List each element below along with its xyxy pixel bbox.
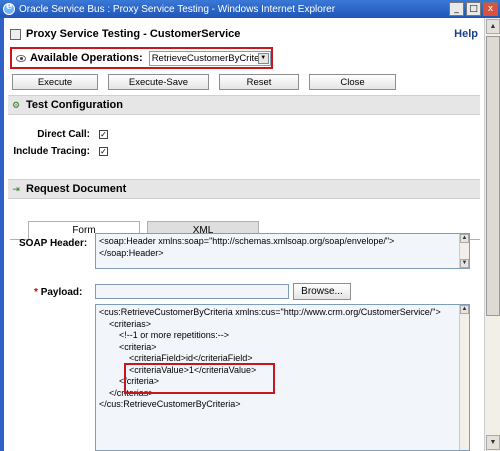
action-buttons: Execute Execute-Save Reset Close [12, 74, 396, 90]
window-controls: _ □ x [449, 2, 498, 16]
page-scrollbar[interactable]: ▲ ▼ [484, 18, 500, 451]
payload-file-input[interactable] [95, 284, 289, 299]
execute-save-button[interactable]: Execute-Save [108, 74, 209, 90]
payload-line: <!--1 or more repetitions:--> [99, 330, 230, 340]
soap-header-textarea[interactable]: <soap:Header xmlns:soap="http://schemas.… [95, 233, 470, 269]
scroll-up-icon[interactable]: ▲ [486, 19, 500, 34]
page-content: Proxy Service Testing - CustomerService … [4, 18, 484, 451]
scroll-down-icon[interactable]: ▼ [460, 259, 469, 268]
close-window-button[interactable]: x [483, 2, 498, 16]
scroll-up-icon[interactable]: ▲ [460, 305, 469, 314]
payload-label: Payload: [40, 287, 83, 298]
criteria-highlight-box [124, 363, 275, 394]
test-configuration-title: Test Configuration [26, 99, 123, 111]
gear-icon: ⚙ [11, 99, 21, 110]
dropdown-arrow-icon[interactable]: ▼ [257, 52, 269, 64]
operations-selected-value: RetrieveCustomerByCriteria [151, 52, 258, 64]
direct-call-checkbox[interactable]: ✓ [99, 130, 108, 139]
soap-header-line: </soap:Header> [99, 247, 164, 258]
include-tracing-row: Include Tracing: ✓ [10, 146, 108, 157]
direct-call-label: Direct Call: [37, 129, 90, 140]
scrollbar-thumb[interactable] [486, 36, 500, 316]
include-tracing-checkbox[interactable]: ✓ [99, 147, 108, 156]
page-icon [10, 28, 21, 40]
soap-header-scrollbar[interactable]: ▲ ▼ [459, 234, 469, 268]
payload-line: </cus:RetrieveCustomerByCriteria> [99, 399, 241, 409]
soap-header-line: <soap:Header xmlns:soap="http://schemas.… [99, 236, 395, 246]
direct-call-row: Direct Call: ✓ [10, 129, 108, 140]
payload-scrollbar[interactable]: ▲ [459, 305, 469, 450]
scroll-up-icon[interactable]: ▲ [460, 234, 469, 243]
internet-explorer-icon [3, 1, 15, 15]
window-title: Oracle Service Bus : Proxy Service Testi… [19, 3, 336, 15]
available-operations: Available Operations: RetrieveCustomerBy… [10, 47, 273, 69]
execute-button[interactable]: Execute [12, 74, 98, 90]
close-button[interactable]: Close [309, 74, 396, 90]
payload-label-wrapper: * Payload: [34, 287, 82, 298]
page-title: Proxy Service Testing - CustomerService [26, 28, 241, 40]
scroll-down-icon[interactable]: ▼ [486, 435, 500, 450]
payload-line: <criterias> [99, 318, 152, 329]
payload-line: <cus:RetrieveCustomerByCriteria xmlns:cu… [99, 307, 441, 317]
minimize-button[interactable]: _ [449, 2, 464, 16]
test-configuration-header[interactable]: ⚙ Test Configuration [8, 95, 480, 115]
operations-select[interactable]: RetrieveCustomerByCriteria ▼ [148, 50, 271, 66]
reset-button[interactable]: Reset [219, 74, 299, 90]
eye-icon [16, 54, 26, 62]
payload-line: <criteria> [99, 341, 157, 352]
operations-label: Available Operations: [30, 52, 143, 64]
page-header: Proxy Service Testing - CustomerService … [10, 28, 478, 40]
soap-header-label: SOAP Header: [19, 238, 88, 249]
request-document-title: Request Document [26, 183, 127, 195]
browse-button[interactable]: Browse... [293, 283, 351, 300]
help-link[interactable]: Help [454, 28, 478, 40]
import-icon: ⇥ [12, 183, 20, 194]
maximize-button[interactable]: □ [466, 2, 481, 16]
required-marker: * [34, 287, 38, 298]
window-titlebar: Oracle Service Bus : Proxy Service Testi… [0, 0, 500, 18]
include-tracing-label: Include Tracing: [13, 146, 90, 157]
request-document-header[interactable]: ⇥ Request Document [8, 179, 480, 199]
